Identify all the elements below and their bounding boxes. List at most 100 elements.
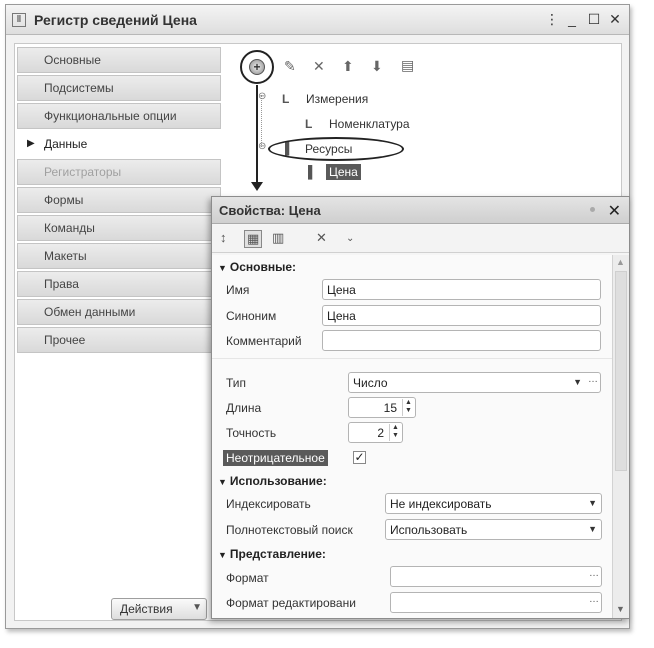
- add-button-highlight: +: [240, 50, 274, 84]
- properties-body: ▼ Основные: Имя Цена Синоним Цена Коммент…: [212, 255, 612, 618]
- format-field[interactable]: …: [390, 566, 602, 587]
- active-arrow-icon: ▶: [27, 138, 35, 149]
- categories-icon[interactable]: ▦: [244, 230, 263, 248]
- comment-field[interactable]: [322, 330, 601, 351]
- add-icon[interactable]: +: [249, 59, 265, 75]
- section-main-label: Основные:: [229, 260, 297, 274]
- section-presentation-label: Представление:: [229, 547, 326, 561]
- properties-toolbar: ↕ ▦ ▥ ✕ ⌄: [212, 225, 629, 253]
- type-select[interactable]: Число ▼ …: [348, 372, 601, 393]
- nav-item-commands[interactable]: Команды: [17, 215, 221, 241]
- chevron-down-icon[interactable]: ▼: [588, 498, 597, 508]
- properties-scrollbar[interactable]: ▲ ▼: [612, 255, 629, 618]
- edit-format-label: Формат редактировани: [226, 596, 356, 610]
- section-main[interactable]: ▼ Основные:: [218, 260, 296, 274]
- nav-item-label: Права: [44, 277, 79, 291]
- nav-item-label: Обмен данными: [44, 305, 136, 319]
- properties-close-button[interactable]: ✕: [608, 201, 621, 221]
- index-label: Индексировать: [226, 497, 311, 511]
- scroll-up-icon[interactable]: ▲: [616, 257, 625, 267]
- chevron-down-icon: ▼: [192, 602, 202, 613]
- window-icon: Ⅱ: [12, 13, 26, 27]
- nav-item-label: Формы: [44, 193, 84, 207]
- actions-label: Действия: [120, 602, 173, 616]
- tree-item-nomenclature[interactable]: Номенклатура: [329, 117, 410, 131]
- name-label: Имя: [226, 283, 250, 297]
- minimize-button[interactable]: _: [564, 11, 580, 27]
- scrollbar-thumb[interactable]: [615, 271, 627, 471]
- nav-item-main[interactable]: Основные: [17, 47, 221, 73]
- nav-item-subsystems[interactable]: Подсистемы: [17, 75, 221, 101]
- index-select[interactable]: Не индексировать ▼: [385, 493, 602, 514]
- chevron-down-icon[interactable]: ▼: [588, 524, 597, 534]
- nav-item-label: Данные: [44, 137, 88, 151]
- collapse-icon[interactable]: ⊖: [258, 141, 266, 152]
- window-titlebar: Ⅱ Регистр сведений Цена ⋮ _ ☐ ✕: [6, 5, 629, 35]
- nav-item-label: Команды: [44, 221, 95, 235]
- nav-item-other[interactable]: Прочее: [17, 327, 221, 353]
- list-icon[interactable]: ▤: [401, 57, 414, 73]
- sort-icon[interactable]: ↕: [220, 230, 227, 245]
- fulltext-label: Полнотекстовый поиск: [226, 523, 353, 537]
- nav-item-label: Прочее: [44, 333, 86, 347]
- type-value: Число: [353, 376, 388, 390]
- properties-title: Свойства: Цена: [219, 203, 321, 218]
- nav-item-functional-options[interactable]: Функциональные опции: [17, 103, 221, 129]
- nav-item-registrators: Регистраторы: [17, 159, 221, 185]
- move-up-icon[interactable]: ⬆: [342, 58, 354, 74]
- nav-item-rights[interactable]: Права: [17, 271, 221, 297]
- annotation-ellipse: [268, 137, 404, 161]
- clear-x-icon[interactable]: ✕: [316, 230, 327, 246]
- precision-label: Точность: [226, 426, 277, 440]
- chevron-down-icon[interactable]: ▼: [573, 377, 582, 387]
- precision-value: 2: [377, 426, 384, 440]
- comment-label: Комментарий: [226, 334, 302, 348]
- maximize-button[interactable]: ☐: [586, 11, 602, 27]
- spin-arrows-icon[interactable]: ▲ ▼: [402, 399, 414, 416]
- tree-item-price[interactable]: Цена: [326, 164, 361, 180]
- filter-icon[interactable]: ▥: [272, 230, 284, 246]
- delete-x-icon[interactable]: ✕: [313, 58, 325, 74]
- nav-item-label: Функциональные опции: [44, 109, 177, 123]
- tree-connector: [261, 95, 262, 147]
- dimension-icon: L: [305, 117, 313, 131]
- tree-item-measurements[interactable]: Измерения: [306, 92, 368, 106]
- close-button[interactable]: ✕: [607, 11, 623, 27]
- nav-item-forms[interactable]: Формы: [17, 187, 221, 213]
- measurements-icon: L: [282, 92, 290, 106]
- fulltext-select[interactable]: Использовать ▼: [385, 519, 602, 540]
- scroll-down-icon[interactable]: ▼: [616, 604, 625, 614]
- nav-item-label: Подсистемы: [44, 81, 114, 95]
- name-field[interactable]: Цена: [322, 279, 601, 300]
- edit-pencil-icon[interactable]: ✎: [284, 58, 296, 74]
- synonym-field[interactable]: Цена: [322, 305, 601, 326]
- resource-icon: ▌: [308, 165, 317, 179]
- more-dots-icon[interactable]: …: [588, 374, 598, 385]
- nav-item-label: Макеты: [44, 249, 87, 263]
- actions-button[interactable]: Действия ▼: [111, 598, 207, 620]
- nav-item-label: Основные: [44, 53, 101, 67]
- spin-arrows-icon[interactable]: ▲ ▼: [389, 424, 401, 441]
- window-title: Регистр сведений Цена: [34, 12, 197, 28]
- fulltext-value: Использовать: [390, 523, 468, 537]
- precision-stepper[interactable]: 2 ▲ ▼: [348, 422, 403, 443]
- more-dots-icon[interactable]: …: [589, 594, 599, 605]
- pin-icon[interactable]: [590, 207, 595, 212]
- length-label: Длина: [226, 401, 262, 415]
- nav-item-label: Регистраторы: [44, 165, 122, 179]
- length-stepper[interactable]: 15 ▲ ▼: [348, 397, 416, 418]
- section-presentation[interactable]: ▼ Представление:: [218, 547, 326, 561]
- move-down-icon[interactable]: ⬇: [371, 58, 383, 74]
- index-value: Не индексировать: [390, 497, 492, 511]
- more-dots-icon[interactable]: …: [589, 568, 599, 579]
- nav-item-data-exchange[interactable]: Обмен данными: [17, 299, 221, 325]
- section-usage[interactable]: ▼ Использование:: [218, 474, 327, 488]
- type-label: Тип: [226, 376, 247, 390]
- edit-format-field[interactable]: …: [390, 592, 602, 613]
- nav-item-data[interactable]: ▶ Данные: [17, 131, 221, 157]
- chevron-down-icon[interactable]: ⌄: [346, 233, 354, 244]
- collapse-icon[interactable]: ⊖: [258, 91, 266, 102]
- menu-dots-icon[interactable]: ⋮: [544, 11, 560, 27]
- nonnegative-checkbox[interactable]: ✓: [353, 451, 366, 464]
- nav-item-templates[interactable]: Макеты: [17, 243, 221, 269]
